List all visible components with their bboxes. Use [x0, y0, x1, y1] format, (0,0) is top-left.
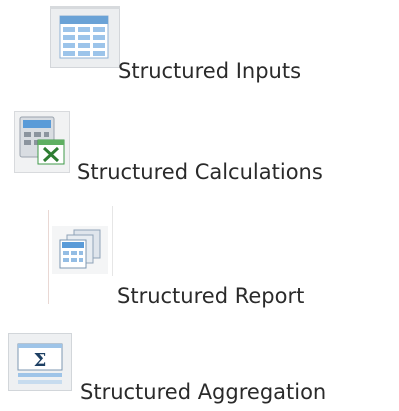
table-grid-icon [50, 6, 120, 68]
sigma-sum-icon: Σ [8, 333, 72, 391]
structured-aggregation-item[interactable]: Σ Structured Aggregation [0, 325, 399, 411]
svg-text:Σ: Σ [34, 350, 47, 371]
spreadsheet-calculator-icon [14, 111, 70, 173]
structured-aggregation-label: Structured Aggregation [80, 380, 327, 404]
separator-line [48, 210, 49, 304]
structured-inputs-item[interactable]: Structured Inputs [0, 0, 399, 92]
structured-inputs-label: Structured Inputs [118, 59, 302, 83]
structured-report-item[interactable]: Structured Report [0, 200, 399, 310]
stacked-pages-icon [52, 226, 108, 274]
structured-report-label: Structured Report [117, 284, 305, 308]
structured-calculations-item[interactable]: Structured Calculations [0, 100, 399, 184]
separator-line [112, 206, 113, 276]
structured-calculations-label: Structured Calculations [77, 160, 323, 184]
